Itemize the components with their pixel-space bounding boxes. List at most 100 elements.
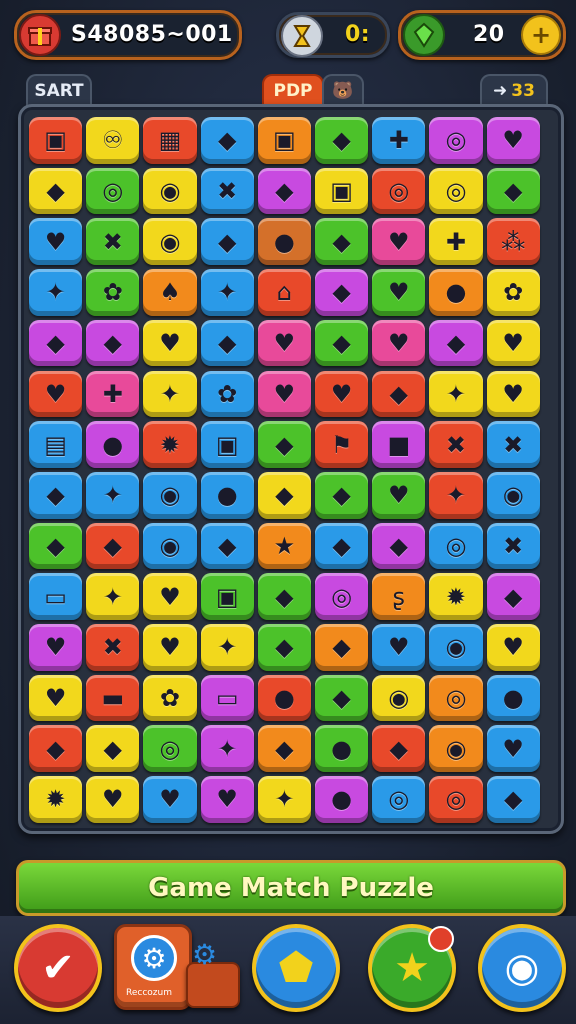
tile[interactable]: ▣ [200,573,254,620]
tile[interactable]: ✹ [29,776,83,823]
tile[interactable]: ▬ [86,674,140,722]
tile[interactable]: ◆ [315,117,369,164]
tile[interactable]: ⁂ [486,218,540,266]
tile[interactable]: ♥ [486,117,540,164]
tile[interactable]: ✖ [486,522,540,570]
tile[interactable]: ◎ [86,167,140,215]
tile[interactable]: ♥ [200,776,254,823]
tile[interactable]: ◎ [372,167,426,215]
tile[interactable]: ♥ [372,624,426,671]
tile[interactable]: ✦ [200,725,254,773]
tile[interactable]: ♥ [372,269,426,316]
tile[interactable]: ◎ [429,776,483,823]
tile[interactable]: ♥ [143,776,197,823]
tile[interactable]: ◆ [315,319,369,367]
tile[interactable]: ✹ [429,573,483,620]
tile[interactable]: ◎ [429,167,483,215]
tile[interactable]: ʂ [372,573,426,620]
tile[interactable]: ✖ [486,421,540,468]
tile[interactable]: ◎ [429,674,483,722]
tile[interactable]: ◆ [29,522,83,570]
tile[interactable]: ▣ [315,167,369,215]
tile[interactable]: ◆ [257,167,311,215]
tile[interactable]: ✖ [429,421,483,468]
tile[interactable]: ◉ [429,725,483,773]
tile[interactable]: ◆ [257,421,311,468]
tile[interactable]: ♥ [29,218,83,266]
tile[interactable]: ♥ [257,370,311,418]
tile[interactable]: ◆ [257,624,311,671]
tile[interactable]: ✿ [86,269,140,316]
tile[interactable]: ◆ [257,573,311,620]
tile[interactable]: ♥ [372,218,426,266]
tab-pop[interactable]: PDP [262,74,324,106]
tile[interactable]: ⚑ [315,421,369,468]
tile[interactable]: ● [200,471,254,519]
tile[interactable]: ♥ [143,573,197,620]
tile[interactable]: ✚ [372,117,426,164]
tile[interactable]: ★ [257,522,311,570]
tab-level[interactable]: ➜ 33 [480,74,548,106]
tile[interactable]: ♥ [257,319,311,367]
tile[interactable]: ✦ [200,624,254,671]
tile[interactable]: ◆ [86,522,140,570]
tile[interactable]: ◆ [29,725,83,773]
tile[interactable]: ✖ [86,624,140,671]
tile[interactable]: ♥ [86,776,140,823]
tile[interactable]: ♥ [315,370,369,418]
tile[interactable]: ♥ [486,725,540,773]
shield-button[interactable]: ⬟ [252,924,340,1012]
tile[interactable]: ♥ [29,624,83,671]
tile[interactable]: ◉ [143,167,197,215]
tile[interactable]: ◆ [315,624,369,671]
tile[interactable]: ♠ [143,269,197,316]
tile[interactable]: ● [257,218,311,266]
tile[interactable]: ♥ [372,319,426,367]
tile[interactable]: ◆ [372,370,426,418]
tile[interactable]: ◆ [372,725,426,773]
check-button[interactable]: ✔ [14,924,102,1012]
bear-icon[interactable]: 🐻 [322,74,364,106]
tile[interactable]: ◆ [29,167,83,215]
tile[interactable]: ◆ [315,522,369,570]
tile[interactable]: ■ [372,421,426,468]
tile[interactable]: ◆ [29,471,83,519]
tile[interactable]: ◎ [372,776,426,823]
tile[interactable]: ◆ [29,319,83,367]
tile[interactable]: ◆ [257,725,311,773]
tile[interactable]: ♥ [372,471,426,519]
tile[interactable]: ✖ [200,167,254,215]
tile[interactable]: ▦ [143,117,197,164]
tile[interactable]: ✿ [143,674,197,722]
tile[interactable]: ♥ [486,319,540,367]
tile[interactable]: ◉ [143,218,197,266]
tile[interactable]: ✦ [257,776,311,823]
tile[interactable]: ● [86,421,140,468]
tile[interactable]: ◆ [257,471,311,519]
tile[interactable]: ◆ [315,269,369,316]
tile[interactable]: ◆ [315,218,369,266]
tile[interactable]: ◆ [200,319,254,367]
tile[interactable]: ◆ [486,573,540,620]
tile[interactable]: ▭ [200,674,254,722]
tile[interactable]: ◉ [143,522,197,570]
tile[interactable]: ♥ [486,624,540,671]
tile[interactable]: ◆ [200,218,254,266]
tile[interactable]: ◉ [429,624,483,671]
tile[interactable]: ◆ [486,776,540,823]
tile[interactable]: ✦ [429,471,483,519]
tile[interactable]: ✚ [86,370,140,418]
tile[interactable]: ▣ [29,117,83,164]
tile[interactable]: ◆ [372,522,426,570]
tile[interactable]: ✿ [486,269,540,316]
tile[interactable]: ◎ [429,117,483,164]
tile[interactable]: ✚ [429,218,483,266]
tile[interactable]: ▣ [200,421,254,468]
tile[interactable]: ▭ [29,573,83,620]
tile[interactable]: ✦ [86,471,140,519]
tile[interactable]: ♥ [29,674,83,722]
tile[interactable]: ◉ [143,471,197,519]
tile[interactable]: ● [486,674,540,722]
tile[interactable]: ♥ [29,370,83,418]
tile[interactable]: ✖ [86,218,140,266]
